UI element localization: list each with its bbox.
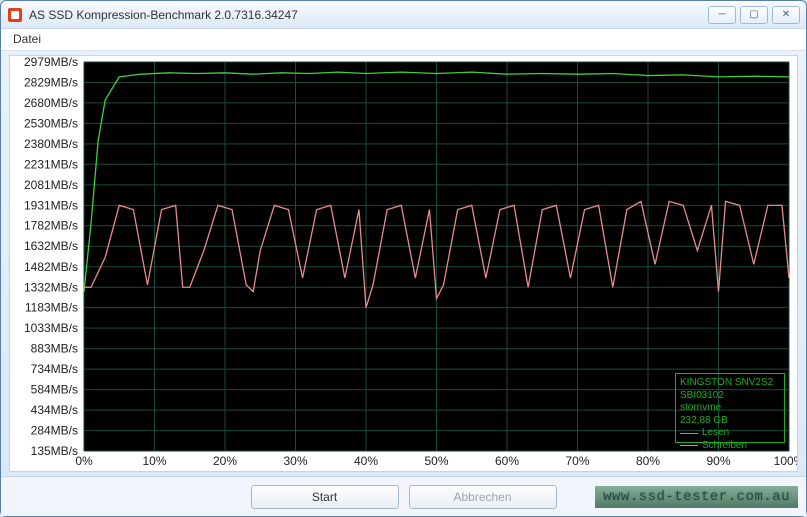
svg-text:284MB/s: 284MB/s — [31, 424, 78, 438]
titlebar[interactable]: AS SSD Kompression-Benchmark 2.0.7316.34… — [1, 1, 806, 29]
svg-text:1931MB/s: 1931MB/s — [24, 198, 78, 212]
svg-text:1033MB/s: 1033MB/s — [24, 321, 78, 335]
svg-text:2081MB/s: 2081MB/s — [24, 178, 78, 192]
chart-svg: 135MB/s 284MB/s 434MB/s 584MB/s 734MB/s 883MB… — [10, 56, 797, 471]
svg-text:100%: 100% — [774, 454, 797, 468]
app-window: AS SSD Kompression-Benchmark 2.0.7316.34… — [0, 0, 807, 517]
svg-text:0%: 0% — [75, 454, 93, 468]
svg-text:90%: 90% — [706, 454, 730, 468]
svg-text:20%: 20% — [213, 454, 237, 468]
window-title: AS SSD Kompression-Benchmark 2.0.7316.34… — [29, 8, 708, 22]
svg-text:70%: 70% — [565, 454, 589, 468]
menubar: Datei — [1, 29, 806, 51]
svg-text:2979MB/s: 2979MB/s — [24, 56, 78, 69]
minimize-button[interactable]: ─ — [708, 6, 736, 24]
svg-text:40%: 40% — [354, 454, 378, 468]
svg-text:2680MB/s: 2680MB/s — [24, 96, 78, 110]
svg-text:2380MB/s: 2380MB/s — [24, 137, 78, 151]
svg-text:60%: 60% — [495, 454, 519, 468]
svg-text:1782MB/s: 1782MB/s — [24, 219, 78, 233]
close-button[interactable]: ✕ — [772, 6, 800, 24]
svg-text:1332MB/s: 1332MB/s — [24, 280, 78, 294]
svg-text:584MB/s: 584MB/s — [31, 383, 78, 397]
abort-button[interactable]: Abbrechen — [409, 485, 557, 509]
svg-text:2231MB/s: 2231MB/s — [24, 157, 78, 171]
svg-text:2829MB/s: 2829MB/s — [24, 76, 78, 90]
svg-text:80%: 80% — [636, 454, 660, 468]
svg-text:1632MB/s: 1632MB/s — [24, 239, 78, 253]
svg-text:734MB/s: 734MB/s — [31, 362, 78, 376]
chart-area: 135MB/s 284MB/s 434MB/s 584MB/s 734MB/s 883MB… — [9, 55, 798, 472]
svg-text:883MB/s: 883MB/s — [31, 342, 78, 356]
svg-text:1482MB/s: 1482MB/s — [24, 260, 78, 274]
maximize-button[interactable]: ▢ — [740, 6, 768, 24]
start-button[interactable]: Start — [251, 485, 399, 509]
svg-text:10%: 10% — [142, 454, 166, 468]
menu-file[interactable]: Datei — [13, 32, 41, 46]
svg-text:50%: 50% — [424, 454, 448, 468]
svg-text:1183MB/s: 1183MB/s — [25, 301, 78, 315]
svg-text:434MB/s: 434MB/s — [31, 403, 78, 417]
svg-text:30%: 30% — [283, 454, 307, 468]
bottom-bar: Start Abbrechen www.ssd-tester.com.au — [1, 476, 806, 516]
svg-text:2530MB/s: 2530MB/s — [24, 116, 78, 130]
svg-text:135MB/s: 135MB/s — [31, 444, 78, 458]
app-icon — [7, 7, 23, 23]
window-controls: ─ ▢ ✕ — [708, 6, 800, 24]
watermark: www.ssd-tester.com.au — [595, 486, 798, 508]
